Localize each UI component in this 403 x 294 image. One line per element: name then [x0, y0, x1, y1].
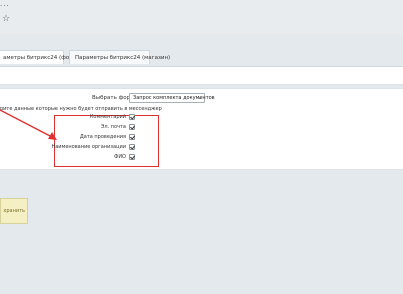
field-label-organization: Наименование организации	[51, 144, 126, 150]
checkbox-fullname[interactable]	[129, 154, 135, 160]
panel-header-strip	[0, 66, 403, 85]
checkbox-comment[interactable]	[129, 114, 135, 120]
save-note[interactable]: хранить	[0, 198, 28, 224]
settings-tabs: аметры битрикс24 (формы) Параметры битри…	[0, 50, 403, 66]
tab-bitrix24-shop[interactable]: Параметры битрикс24 (магазин)	[69, 50, 170, 64]
field-label-fullname: ФИО	[114, 154, 126, 160]
checkbox-date[interactable]	[129, 134, 135, 140]
star-icon[interactable]: ☆	[2, 14, 10, 24]
checkbox-organization[interactable]	[129, 144, 135, 150]
field-label-date: Дата проведения	[79, 134, 126, 140]
top-toolbar: ... ☆	[0, 0, 403, 34]
field-label-comment: Комментарий	[89, 114, 126, 120]
annotation-arrow-icon	[0, 109, 57, 140]
tab-bitrix24-forms[interactable]: аметры битрикс24 (формы)	[0, 50, 83, 64]
form-select-value: Запрос комплекта документов	[133, 95, 215, 101]
more-menu-icon[interactable]: ...	[0, 1, 10, 8]
field-label-email: Эл. почта	[100, 124, 126, 130]
save-note-text: хранить	[3, 208, 25, 214]
chevron-down-icon: ⌄	[197, 95, 202, 101]
form-select[interactable]: Запрос комплекта документов ⌄	[129, 93, 215, 103]
checkbox-email[interactable]	[129, 124, 135, 130]
